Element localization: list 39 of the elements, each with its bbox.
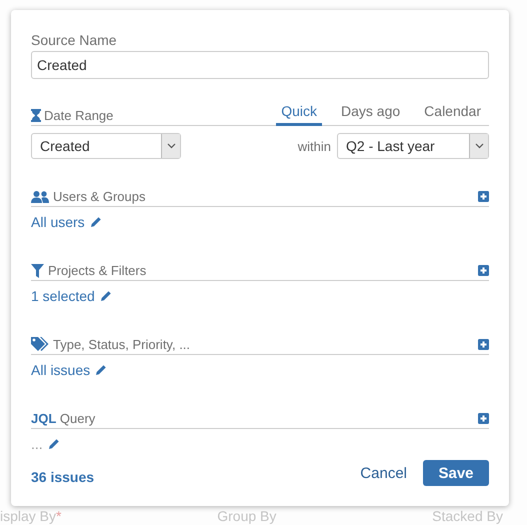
- section-title: Projects & Filters: [48, 263, 146, 278]
- date-field-select[interactable]: Created: [31, 133, 181, 159]
- cancel-button[interactable]: Cancel: [360, 464, 407, 482]
- add-icon[interactable]: [478, 413, 489, 424]
- add-icon[interactable]: [478, 191, 489, 202]
- filter-link[interactable]: 1 selected: [31, 288, 95, 304]
- field-label: Stacked By: [432, 508, 503, 524]
- section-title: Date Range: [44, 108, 114, 123]
- tag-icon: [31, 337, 49, 352]
- pencil-icon[interactable]: [100, 290, 112, 302]
- users-icon: [31, 190, 49, 202]
- tab[interactable]: Days ago: [336, 103, 406, 126]
- pencil-icon[interactable]: [90, 216, 102, 228]
- dropdown-button[interactable]: [161, 134, 180, 158]
- filter-icon: [31, 264, 44, 278]
- save-button[interactable]: Save: [423, 460, 489, 486]
- period-select[interactable]: Q2 - Last year: [337, 133, 489, 159]
- pencil-icon[interactable]: [95, 364, 108, 376]
- add-icon[interactable]: [478, 339, 489, 350]
- field-label: Source Name: [31, 32, 118, 48]
- filter-link[interactable]: All issues: [31, 362, 90, 378]
- section-title: Type, Status, Priority, ...: [53, 337, 190, 352]
- add-icon[interactable]: [478, 265, 489, 276]
- field-label: isplay By*: [0, 508, 62, 524]
- query-text: ...: [31, 436, 43, 452]
- chevron-down-icon: [166, 143, 176, 149]
- tab[interactable]: Calendar: [419, 103, 486, 126]
- section-title: Users & Groups: [53, 189, 146, 204]
- hourglass-icon: [31, 109, 41, 122]
- section-title: JQL Query: [31, 411, 96, 426]
- filter-link[interactable]: All users: [31, 214, 85, 230]
- chevron-down-icon: [474, 143, 484, 149]
- pencil-icon[interactable]: [48, 438, 60, 450]
- input-field[interactable]: Created: [31, 51, 489, 79]
- tab[interactable]: Quick: [276, 103, 322, 126]
- issue-count: 36 issues: [31, 469, 94, 485]
- dropdown-button[interactable]: [469, 134, 488, 158]
- within-label: within: [298, 138, 331, 154]
- field-label: Group By: [217, 508, 276, 524]
